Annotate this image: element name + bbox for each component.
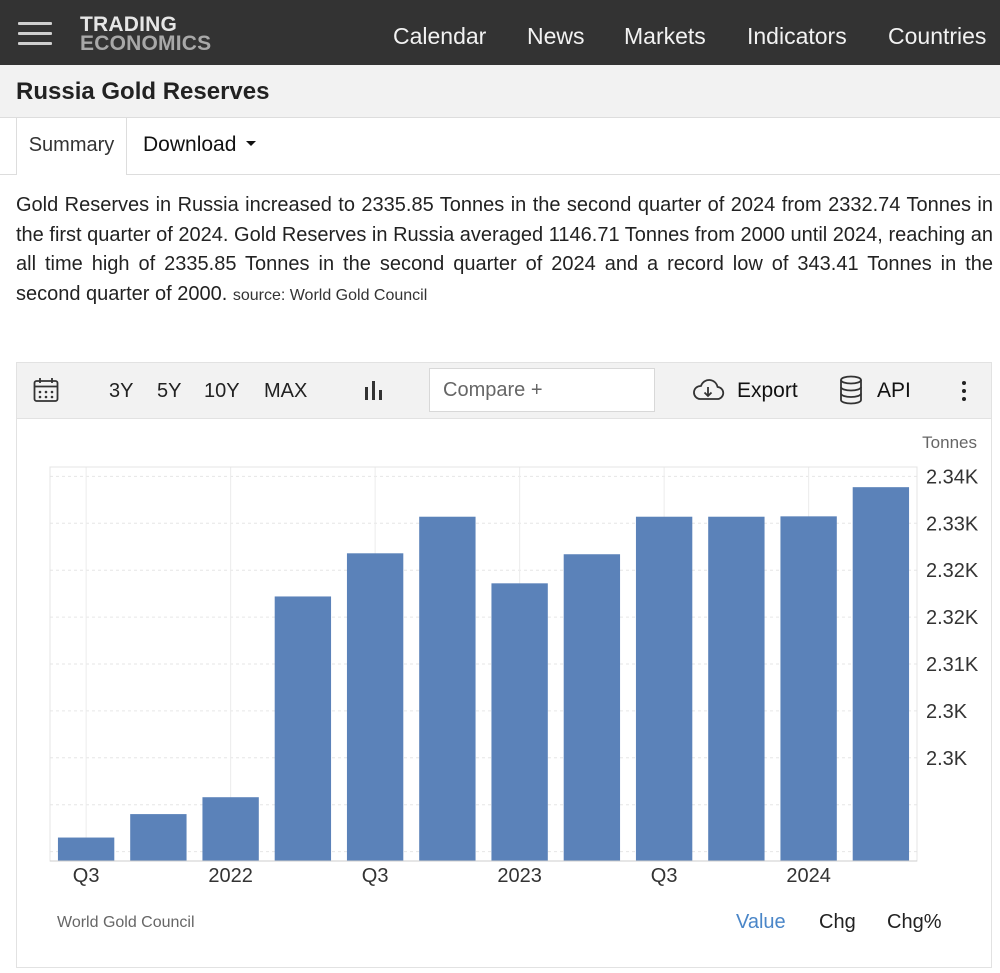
compare-input[interactable] [429, 368, 655, 412]
bar-2023-q3 [635, 516, 693, 861]
value-toggle[interactable]: Value [736, 911, 786, 934]
more-options-icon[interactable] [956, 379, 972, 403]
range-5y-button[interactable]: 5Y [157, 380, 181, 403]
description-text: Gold Reserves in Russia increased to 233… [16, 194, 993, 305]
nav-markets[interactable]: Markets [624, 0, 706, 65]
bar-2023-q1 [491, 583, 548, 861]
chg-percent-toggle[interactable]: Chg% [887, 911, 941, 934]
bar-2021-q3 [57, 837, 115, 861]
y-tick-label: 2.3K [926, 748, 968, 770]
bar-2022-q4 [419, 516, 476, 861]
x-tick-label: 2024 [786, 865, 831, 887]
nav-news[interactable]: News [527, 0, 585, 65]
bar-2023-q4 [708, 516, 765, 861]
chart-toolbar: 3Y 5Y 10Y MAX Export API [17, 363, 991, 419]
y-tick-label: 2.3K [926, 701, 968, 723]
bar-2022-q3 [346, 553, 404, 861]
nav-indicators[interactable]: Indicators [747, 0, 847, 65]
x-tick-label: Q3 [73, 865, 100, 887]
chart-source-label: World Gold Council [57, 914, 195, 931]
y-axis-unit-label: Tonnes [922, 433, 977, 452]
menu-icon[interactable] [18, 22, 52, 46]
api-label: API [877, 379, 911, 402]
calendar-icon[interactable] [33, 377, 59, 403]
tab-summary[interactable]: Summary [16, 118, 127, 175]
y-tick-label: 2.33K [926, 513, 979, 535]
bar-chart: 2.34K 2.33K 2.32K 2.32K 2.31K 2.3K 2.3K Tonnes Q… [49, 433, 979, 887]
logo-line-2: ECONOMICS [80, 32, 212, 55]
chart-type-bar-icon[interactable] [363, 379, 385, 401]
title-bar: Russia Gold Reserves [0, 65, 1000, 118]
x-tick-label: Q3 [362, 865, 389, 887]
y-tick-label: 2.32K [926, 560, 979, 582]
page-title: Russia Gold Reserves [16, 78, 270, 105]
nav-calendar[interactable]: Calendar [393, 0, 486, 65]
bar-2024-q1 [780, 516, 837, 861]
bar-2021-q4 [130, 814, 187, 861]
y-tick-label: 2.31K [926, 654, 979, 676]
export-label: Export [737, 379, 798, 402]
bar-2024-q2 [852, 487, 910, 861]
tab-bar: Summary Download [0, 118, 1000, 175]
summary-description: Gold Reserves in Russia increased to 233… [16, 191, 993, 310]
y-tick-label: 2.34K [926, 466, 979, 488]
tab-download[interactable]: Download [143, 118, 257, 174]
bar-2022-q1 [202, 797, 259, 861]
bar-2023-q2 [563, 554, 621, 861]
chart-panel: 3Y 5Y 10Y MAX Export API [16, 362, 992, 968]
chg-toggle[interactable]: Chg [819, 911, 856, 934]
bar-2022-q2 [274, 596, 332, 861]
cloud-download-icon [693, 379, 725, 400]
y-tick-label: 2.32K [926, 607, 979, 629]
x-tick-label: Q3 [651, 865, 678, 887]
nav-countries[interactable]: Countries [888, 0, 986, 65]
range-3y-button[interactable]: 3Y [109, 380, 133, 403]
trading-economics-logo[interactable]: TRADING ECONOMICS [80, 14, 212, 55]
top-nav-bar: TRADING ECONOMICS Calendar News Markets … [0, 0, 1000, 65]
range-10y-button[interactable]: 10Y [204, 380, 240, 403]
database-icon [840, 375, 862, 405]
caret-down-icon [246, 141, 257, 147]
description-source: source: World Gold Council [232, 286, 428, 304]
x-tick-label: 2022 [208, 865, 253, 887]
tab-download-label: Download [143, 133, 237, 156]
x-tick-label: 2023 [497, 865, 542, 887]
range-max-button[interactable]: MAX [264, 380, 307, 403]
